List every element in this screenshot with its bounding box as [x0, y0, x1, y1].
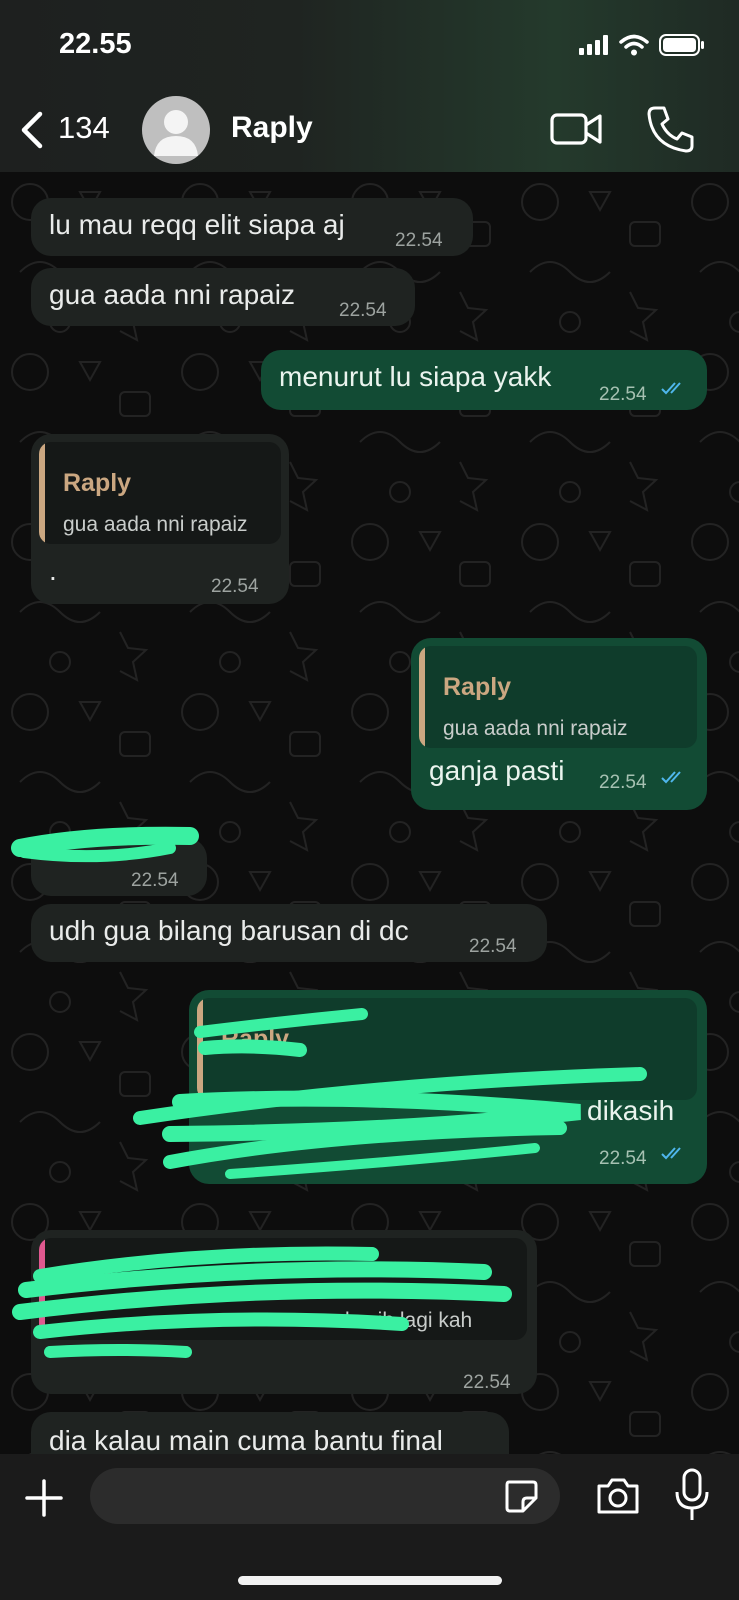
- quoted-text: kasih lagi kah: [345, 1309, 473, 1332]
- read-receipt-icon: [661, 1147, 681, 1160]
- contact-name[interactable]: Raply: [231, 111, 313, 145]
- message-time: 22.54: [339, 300, 387, 321]
- phone-call-icon[interactable]: [646, 104, 694, 154]
- message-bubble-outgoing[interactable]: Raply dikasih 22.54: [189, 990, 707, 1184]
- message-bubble-outgoing[interactable]: Raply gua aada nni rapaiz ganja pasti 22…: [411, 638, 707, 810]
- status-icons: [579, 34, 705, 56]
- message-text: dikasih: [587, 1095, 675, 1126]
- message-time: 22.54: [599, 772, 647, 793]
- read-receipt-icon: [661, 771, 681, 784]
- contact-avatar[interactable]: [142, 96, 210, 164]
- message-text: menurut lu siapa yakk: [279, 361, 552, 392]
- message-text: ganja pasti: [429, 755, 565, 786]
- video-call-icon[interactable]: [549, 107, 603, 151]
- message-time: 22.54: [599, 1148, 647, 1169]
- chat-area[interactable]: lu mau reqq elit siapa aj 22.54 gua aada…: [0, 172, 739, 1454]
- wifi-icon: [619, 34, 649, 56]
- status-time: 22.55: [59, 28, 132, 60]
- microphone-icon[interactable]: [674, 1468, 710, 1522]
- message-time: 22.54: [211, 576, 259, 597]
- message-text: .: [49, 555, 57, 586]
- message-time: 22.54: [463, 1372, 511, 1393]
- message-bubble-incoming[interactable]: 22.54: [31, 838, 207, 896]
- quoted-message[interactable]: Raply gua aada nni rapaiz: [419, 646, 697, 748]
- quoted-sender: Raply: [63, 469, 132, 497]
- message-text: lu mau reqq elit siapa aj: [49, 209, 345, 240]
- chat-header: 22.55 134 Raply: [0, 0, 739, 172]
- back-unread-count[interactable]: 134: [58, 110, 110, 146]
- message-time: 22.54: [395, 230, 443, 251]
- message-bubble-incoming[interactable]: gua aada nni rapaiz 22.54: [31, 268, 415, 326]
- message-bubble-incoming[interactable]: Raply gua aada nni rapaiz . 22.54: [31, 434, 289, 604]
- signal-icon: [579, 35, 608, 55]
- message-input[interactable]: [90, 1468, 560, 1524]
- back-chevron-icon[interactable]: [14, 108, 54, 152]
- quote-accent-bar: [197, 998, 203, 1100]
- home-indicator: [238, 1576, 502, 1585]
- message-text: dia kalau main cuma bantu final: [49, 1425, 443, 1454]
- attach-plus-icon[interactable]: [24, 1478, 64, 1518]
- quoted-sender: Raply: [443, 673, 512, 701]
- quoted-message[interactable]: Raply: [197, 998, 697, 1100]
- quoted-sender: Raply: [221, 1025, 290, 1053]
- sticker-icon[interactable]: [503, 1478, 539, 1514]
- message-time: 22.54: [599, 384, 647, 405]
- quoted-message[interactable]: Raply gua aada nni rapaiz: [39, 442, 281, 544]
- quoted-text: gua aada nni rapaiz: [63, 513, 248, 536]
- camera-icon[interactable]: [595, 1476, 641, 1516]
- message-bubble-incoming[interactable]: udh gua bilang barusan di dc 22.54: [31, 904, 547, 962]
- message-bubble-incoming[interactable]: dia kalau main cuma bantu final: [31, 1412, 509, 1454]
- message-bubble-outgoing[interactable]: menurut lu siapa yakk 22.54: [261, 350, 707, 410]
- read-receipt-icon: [661, 382, 681, 395]
- message-time: 22.54: [131, 870, 179, 891]
- quoted-text: gua aada nni rapaiz: [443, 717, 628, 740]
- message-bubble-incoming[interactable]: Anda kasih lagi kah 22.54: [31, 1230, 537, 1394]
- message-text: udh gua bilang barusan di dc: [49, 915, 409, 946]
- quote-accent-bar: [39, 442, 45, 544]
- default-avatar-icon: [154, 110, 198, 156]
- quote-accent-bar: [419, 646, 425, 748]
- message-time: 22.54: [469, 936, 517, 957]
- quoted-message[interactable]: Anda kasih lagi kah: [39, 1238, 527, 1340]
- quote-accent-bar: [39, 1238, 45, 1340]
- message-bubble-incoming[interactable]: lu mau reqq elit siapa aj 22.54: [31, 198, 473, 256]
- message-text: gua aada nni rapaiz: [49, 279, 295, 310]
- quoted-sender: Anda: [63, 1265, 126, 1293]
- battery-icon: [659, 34, 704, 56]
